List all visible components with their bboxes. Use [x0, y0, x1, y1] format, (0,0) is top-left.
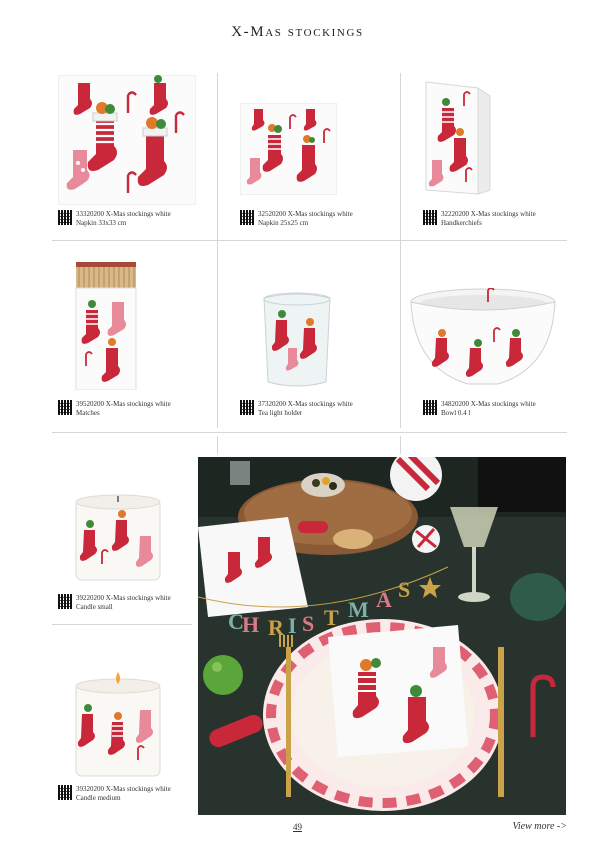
svg-text:A: A [376, 587, 392, 612]
grid-divider [217, 73, 218, 428]
product-title: 32220200 X-Mas stockings white [441, 210, 536, 218]
product-title: 33320200 X-Mas stockings white [76, 210, 171, 218]
qr-code-icon [240, 400, 255, 415]
product-description: Candle small [76, 602, 113, 611]
qr-code-icon [58, 785, 73, 800]
product-title: 39520200 X-Mas stockings white [76, 400, 171, 408]
product-image-candle-medium[interactable] [72, 670, 164, 778]
product-image-napkin-33[interactable] [58, 75, 196, 205]
product-description: Napkin 25x25 cm [258, 218, 309, 227]
grid-divider [400, 436, 401, 454]
svg-text:M: M [348, 597, 369, 622]
product-image-handkerchiefs[interactable] [420, 78, 498, 198]
qr-code-icon [58, 594, 73, 609]
product-caption: 34820200 X-Mas stockings white Bowl 0.4 … [423, 400, 536, 417]
qr-code-icon [423, 210, 438, 225]
product-caption: 32220200 X-Mas stockings white Handkerch… [423, 210, 536, 227]
svg-text:S: S [398, 577, 410, 602]
product-description: Matches [76, 408, 100, 417]
view-more-link[interactable]: View more -> [512, 821, 567, 832]
product-image-matches[interactable] [72, 262, 140, 390]
product-title: 39220200 X-Mas stockings white [76, 594, 171, 602]
svg-text:H: H [242, 612, 259, 637]
table-scene-photo[interactable]: C H R I S T M A S [198, 457, 566, 815]
page-title: X-Mas stockings [231, 24, 364, 40]
product-caption: 37320200 X-Mas stockings white Tea light… [240, 400, 353, 417]
product-image-tea-light-holder[interactable] [258, 290, 336, 390]
svg-text:I: I [288, 613, 297, 638]
product-image-napkin-25[interactable] [240, 103, 337, 195]
product-description: Bowl 0.4 l [441, 408, 471, 417]
qr-code-icon [423, 400, 438, 415]
product-title: 39320200 X-Mas stockings white [76, 785, 171, 793]
product-image-bowl[interactable] [408, 288, 558, 390]
product-title: 32520200 X-Mas stockings white [258, 210, 353, 218]
product-caption: 39220200 X-Mas stockings white Candle sm… [58, 594, 171, 611]
product-description: Tea light holder [258, 408, 303, 417]
product-description: Candle medium [76, 793, 121, 802]
product-caption: 33320200 X-Mas stockings white Napkin 33… [58, 210, 171, 227]
svg-text:T: T [324, 605, 339, 630]
svg-text:R: R [268, 615, 285, 640]
grid-divider [52, 240, 567, 241]
qr-code-icon [240, 210, 255, 225]
grid-divider [217, 436, 218, 454]
page-number: 49 [293, 822, 302, 832]
product-caption: 39520200 X-Mas stockings white Matches [58, 400, 171, 417]
grid-divider [400, 73, 401, 428]
product-image-candle-small[interactable] [72, 490, 164, 584]
product-caption: 39320200 X-Mas stockings white Candle me… [58, 785, 171, 802]
svg-text:S: S [302, 611, 314, 636]
grid-divider [52, 624, 192, 625]
product-caption: 32520200 X-Mas stockings white Napkin 25… [240, 210, 353, 227]
product-description: Handkerchiefs [441, 218, 482, 227]
product-title: 34820200 X-Mas stockings white [441, 400, 536, 408]
qr-code-icon [58, 210, 73, 225]
grid-divider [52, 432, 567, 433]
qr-code-icon [58, 400, 73, 415]
product-description: Napkin 33x33 cm [76, 218, 127, 227]
product-title: 37320200 X-Mas stockings white [258, 400, 353, 408]
